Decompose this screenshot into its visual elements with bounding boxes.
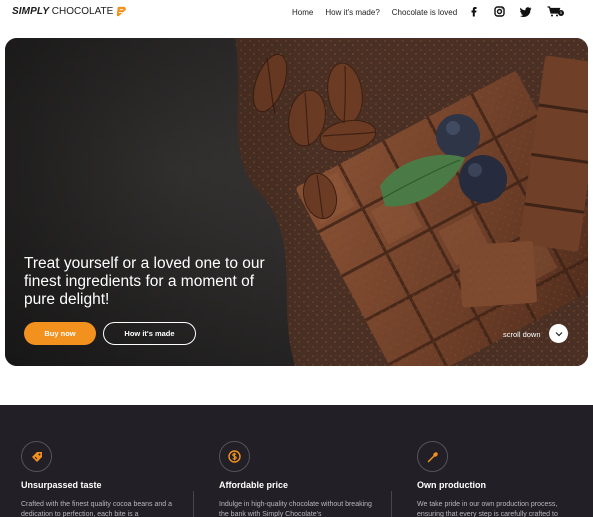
site-header: SIMPLY CHOCOLATE Home How it's made? Cho… <box>0 0 593 30</box>
spoon-icon <box>427 451 438 462</box>
feature-text: We take pride in our own production proc… <box>417 501 558 517</box>
features-section: Unsurpassed taste Crafted with the fines… <box>0 405 593 517</box>
cart-button[interactable]: 0 <box>547 6 564 17</box>
social-links: 0 <box>469 6 564 17</box>
cart-count-badge: 0 <box>558 10 564 16</box>
how-its-made-button[interactable]: How it's made <box>103 322 196 345</box>
divider <box>193 491 194 517</box>
nav-how-its-made[interactable]: How it's made? <box>325 8 379 17</box>
logo-mark-icon <box>117 6 127 17</box>
coin-icon <box>228 450 241 463</box>
feature-text: Indulge in high-quality chocolate withou… <box>219 501 372 517</box>
scroll-down-button[interactable] <box>549 324 568 343</box>
feature-title: Affordable price <box>219 480 289 490</box>
main-nav: Home How it's made? Chocolate is loved <box>292 8 457 17</box>
hero-banner: Treat yourself or a loved one to our fin… <box>5 38 588 366</box>
twitter-icon[interactable] <box>520 6 532 17</box>
chocolate-hero-image <box>5 38 588 366</box>
feature-text: Crafted with the finest quality cocoa be… <box>21 501 172 517</box>
logo-text: SIMPLY CHOCOLATE <box>12 6 114 17</box>
tag-icon <box>31 451 42 462</box>
divider <box>391 491 392 517</box>
chevron-down-icon <box>555 331 562 336</box>
buy-now-button[interactable]: Buy now <box>24 322 96 345</box>
feature-title: Unsurpassed taste <box>21 480 102 490</box>
facebook-icon[interactable] <box>469 6 479 17</box>
feature-icon-circle <box>417 441 448 472</box>
nav-chocolate-is-loved[interactable]: Chocolate is loved <box>392 8 457 17</box>
feature-icon-circle <box>219 441 250 472</box>
hero-title: Treat yourself or a loved one to our fin… <box>24 255 265 308</box>
feature-title: Own production <box>417 480 486 490</box>
feature-icon-circle <box>21 441 52 472</box>
logo[interactable]: SIMPLY CHOCOLATE <box>12 6 127 17</box>
nav-home[interactable]: Home <box>292 8 313 17</box>
instagram-icon[interactable] <box>494 6 505 17</box>
scroll-down-label[interactable]: scroll down <box>503 330 541 339</box>
